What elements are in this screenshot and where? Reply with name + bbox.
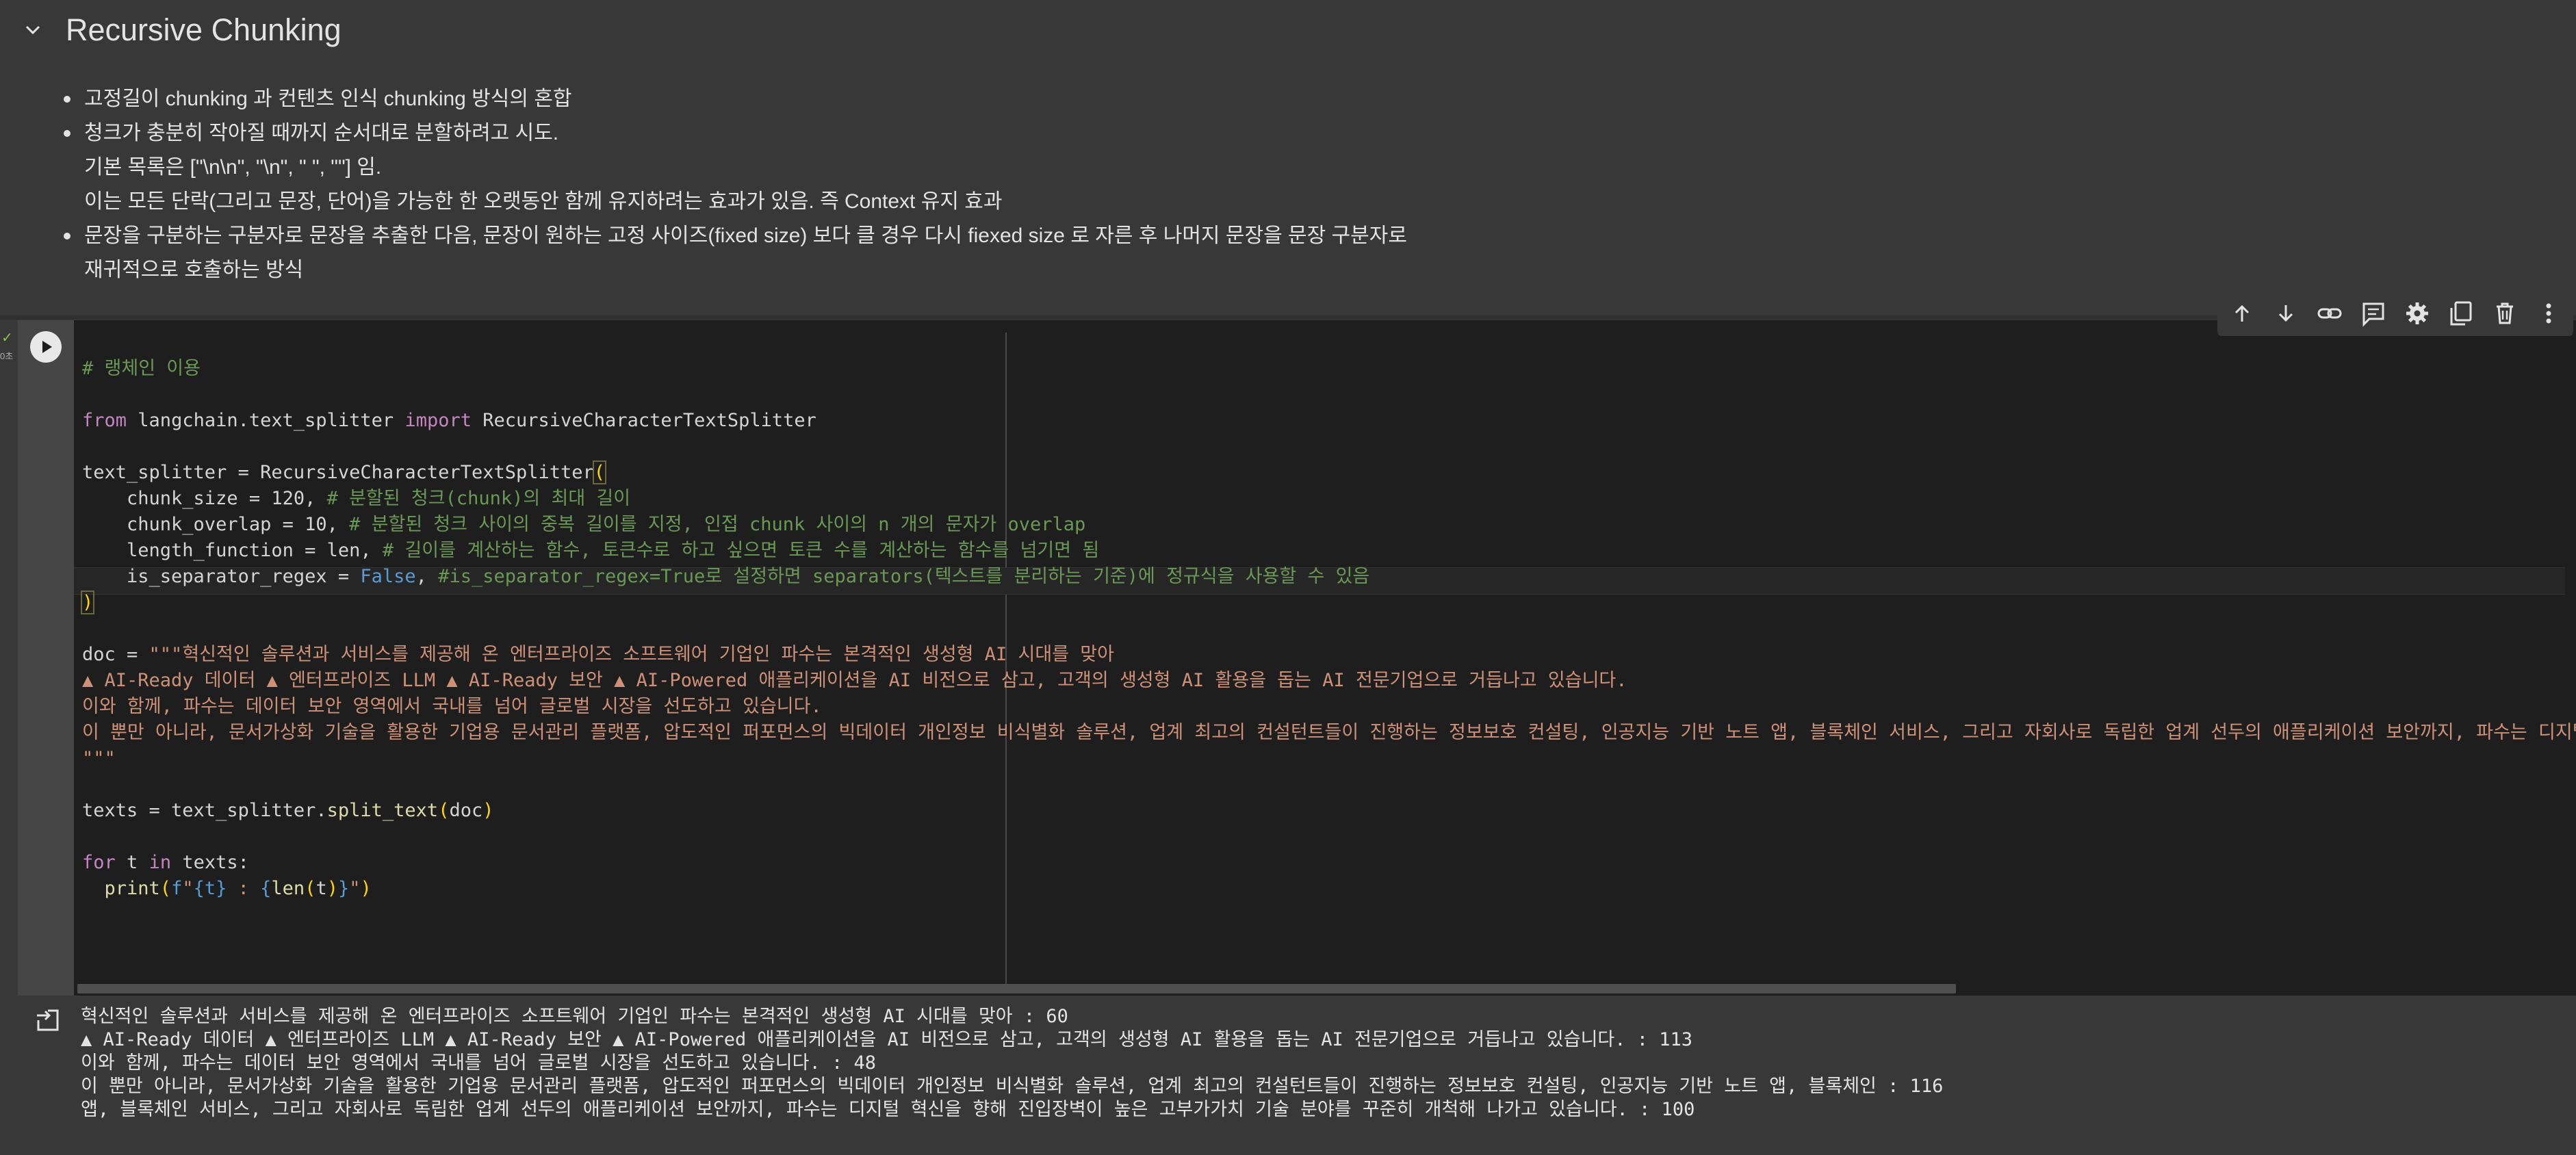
- add-comment-button[interactable]: [2357, 297, 2390, 330]
- module-name: langchain.text_splitter: [138, 410, 394, 431]
- keyword-in: in: [149, 852, 172, 873]
- list-item-continuation: 이는 모든 단락(그리고 문장, 단어)을 가능한 한 오랫동안 함께 유지하려…: [84, 190, 1003, 213]
- class-call: RecursiveCharacterTextSplitter: [260, 462, 594, 483]
- horizontal-scrollbar[interactable]: [77, 984, 1956, 994]
- paren: (: [159, 878, 172, 899]
- section-header: Recursive Chunking: [0, 0, 2576, 62]
- chevron-down-icon[interactable]: [21, 18, 45, 42]
- cell-divider: [0, 315, 2576, 320]
- class-name: RecursiveCharacterTextSplitter: [482, 410, 816, 431]
- cell-toolbar: [2217, 291, 2573, 336]
- markdown-list: 고정길이 chunking 과 컨텐츠 인식 chunking 방식의 혼합 청…: [64, 82, 1407, 287]
- keyword-false: False: [360, 566, 416, 587]
- print-fn: print: [104, 878, 160, 899]
- mirror-cell-button[interactable]: [2445, 297, 2477, 330]
- close-paren: ): [80, 591, 95, 614]
- keyword-import: import: [404, 410, 472, 431]
- code-comment: # 랭체인 이용: [82, 358, 201, 379]
- list-item: 문장을 구분하는 구분자로 문장을 추출한 다음, 문장이 원하는 고정 사이즈…: [64, 219, 1407, 253]
- list-item-continuation: 재귀적으로 호출하는 방식: [84, 259, 304, 281]
- settings-button[interactable]: [2401, 297, 2434, 330]
- output-text: 혁신적인 솔루션과 서비스를 제공해 온 엔터프라이즈 소프트웨어 기업인 파수…: [81, 1005, 1943, 1121]
- output-line: 앱, 블록체인 서비스, 그리고 자회사로 독립한 업계 선두의 애플리케이션 …: [81, 1099, 1695, 1120]
- code-comment: # 분할된 청크(chunk)의 최대 길이: [326, 488, 631, 509]
- fstring-brace: }: [338, 878, 350, 899]
- doc-assign: doc =: [82, 644, 149, 665]
- open-paren: (: [592, 460, 607, 484]
- doc-string-line: 이와 함께, 파수는 데이터 보안 영역에서 국내를 넘어 글로벌 시장을 선도…: [82, 696, 822, 717]
- code-comment: #is_separator_regex=True로 설정하면 separator…: [438, 566, 1370, 587]
- arg-chunk-overlap: chunk_overlap = 10,: [82, 514, 350, 535]
- fstring-quote: ": [182, 878, 194, 899]
- delete-cell-button[interactable]: [2488, 297, 2521, 330]
- texts-assign: texts = text_splitter.: [82, 800, 327, 821]
- elapsed-time: 0초: [0, 351, 14, 361]
- loop-iter: texts:: [171, 852, 249, 873]
- fstring-quote: ": [349, 878, 361, 899]
- output-line: ▲ AI-Ready 데이터 ▲ 엔터프라이즈 LLM ▲ AI-Ready 보…: [81, 1029, 1693, 1050]
- paren: ): [360, 878, 372, 899]
- len-arg: t: [315, 878, 327, 899]
- cell-output: 혁신적인 솔루션과 서비스를 제공해 온 엔터프라이즈 소프트웨어 기업인 파수…: [18, 998, 2576, 1134]
- output-line: 혁신적인 솔루션과 서비스를 제공해 온 엔터프라이즈 소프트웨어 기업인 파수…: [81, 1006, 1068, 1027]
- fstring-text: :: [227, 878, 261, 899]
- list-item-continuation: 기본 목록은 ["\n\n", "\n", " ", ""] 임.: [84, 156, 382, 179]
- doc-string-line: """혁신적인 솔루션과 서비스를 제공해 온 엔터프라이즈 소프트웨어 기업인…: [149, 644, 1114, 665]
- fstring-expr: {t}: [193, 878, 227, 899]
- arg-chunk-size: chunk_size = 120,: [82, 488, 327, 509]
- move-down-button[interactable]: [2269, 297, 2302, 330]
- arg-separator: ,: [415, 566, 439, 587]
- paren: (: [305, 878, 316, 899]
- keyword-for: for: [82, 852, 116, 873]
- paren: (: [438, 800, 450, 821]
- output-actions-icon[interactable]: [34, 1007, 62, 1034]
- assign-splitter: text_splitter =: [82, 462, 261, 483]
- fstring-brace: {: [260, 878, 272, 899]
- run-status: ✓ 0초: [0, 331, 15, 367]
- keyword-from: from: [82, 410, 127, 431]
- arg-length-function: length_function = len,: [82, 540, 383, 561]
- copy-link-button[interactable]: [2313, 297, 2346, 330]
- doc-string-line: 이 뿐만 아니라, 문서가상화 기술을 활용한 기업용 문서관리 플랫폼, 압도…: [82, 722, 2576, 743]
- split-arg: doc: [449, 800, 483, 821]
- cell-gutter: [18, 320, 74, 996]
- list-item: 고정길이 chunking 과 컨텐츠 인식 chunking 방식의 혼합: [64, 82, 1407, 116]
- doc-string-line: ▲ AI-Ready 데이터 ▲ 엔터프라이즈 LLM ▲ AI-Ready 보…: [82, 670, 1627, 691]
- run-cell-button[interactable]: [30, 331, 62, 363]
- output-line: 이와 함께, 파수는 데이터 보안 영역에서 국내를 넘어 글로벌 시장을 선도…: [81, 1052, 876, 1074]
- code-comment: # 길이를 계산하는 함수, 토큰수로 하고 싶으면 토큰 수를 계산하는 함수…: [382, 540, 1100, 561]
- move-up-button[interactable]: [2226, 297, 2258, 330]
- doc-string-close: """: [82, 748, 116, 769]
- loop-var: t: [115, 852, 149, 873]
- arg-is-separator-regex: is_separator_regex =: [82, 566, 361, 587]
- split-text-fn: split_text: [326, 800, 439, 821]
- code-comment: # 분할된 청크 사이의 중복 길이를 지정, 인접 chunk 사이의 n 개…: [349, 514, 1086, 535]
- check-icon: ✓: [1, 330, 13, 346]
- paren: ): [482, 800, 494, 821]
- len-fn: len: [271, 878, 305, 899]
- paren: ): [326, 878, 338, 899]
- output-line: 이 뿐만 아니라, 문서가상화 기술을 활용한 기업용 문서관리 플랫폼, 압도…: [81, 1076, 1944, 1097]
- fstring-prefix: f: [171, 878, 183, 899]
- code-editor[interactable]: # 랭체인 이용 from langchain.text_splitter im…: [74, 320, 2576, 996]
- code-text[interactable]: # 랭체인 이용 from langchain.text_splitter im…: [80, 356, 2576, 902]
- more-options-button[interactable]: [2532, 297, 2565, 330]
- section-title: Recursive Chunking: [66, 12, 342, 47]
- list-item: 청크가 충분히 작아질 때까지 순서대로 분할하려고 시도.: [64, 116, 1407, 151]
